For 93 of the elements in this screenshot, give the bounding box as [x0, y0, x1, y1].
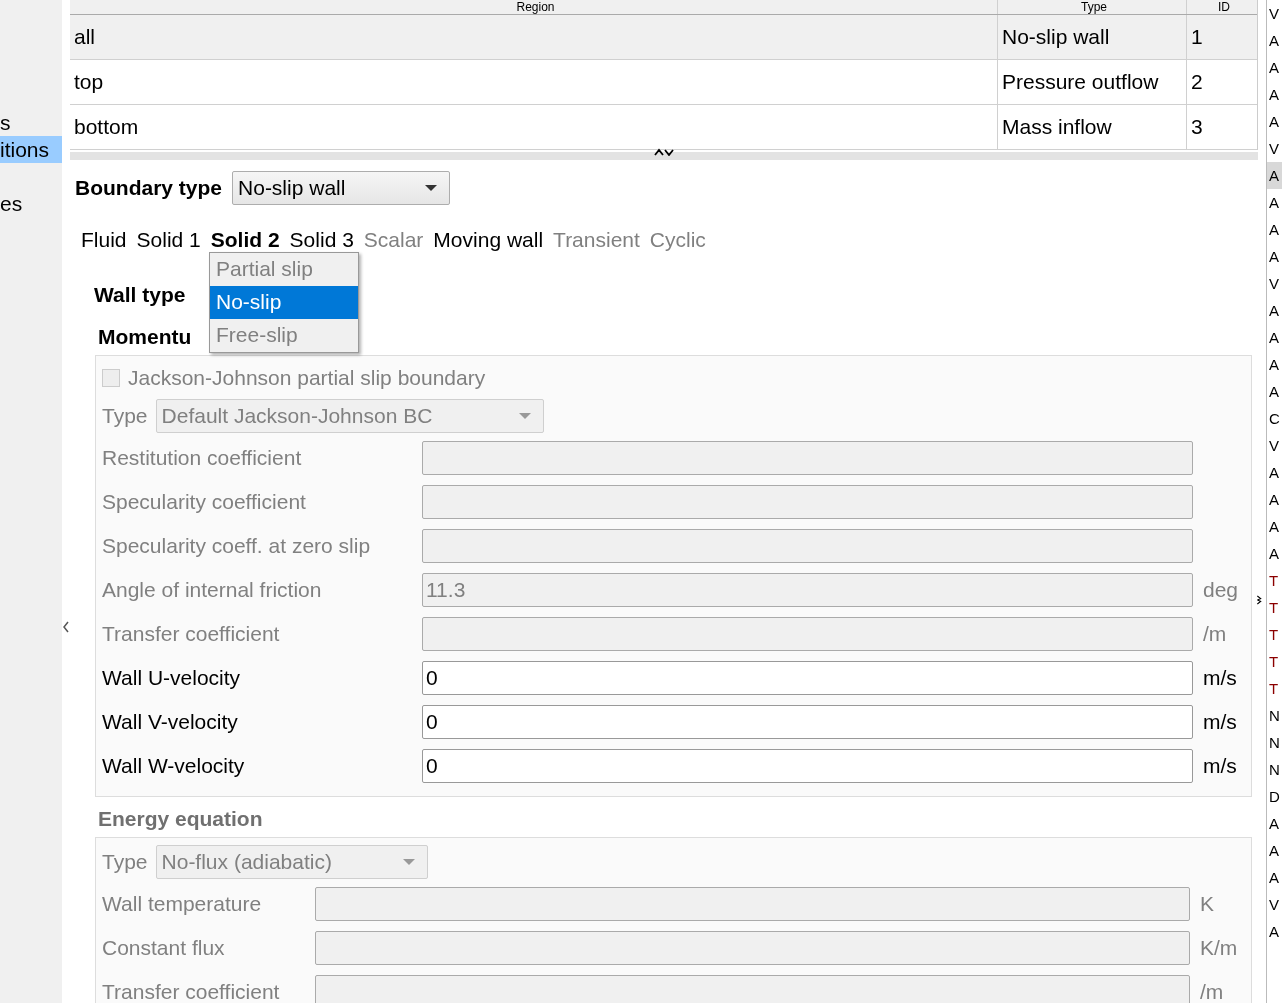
sidebar-item[interactable]: itions	[0, 136, 62, 163]
unit-label: /m	[1200, 980, 1224, 1003]
tab[interactable]: Moving wall	[433, 228, 544, 252]
table-cell-text: 3	[1190, 114, 1204, 140]
list-item[interactable]: A	[1267, 864, 1282, 891]
field-label: Specularity coefficient	[102, 490, 307, 514]
list-item[interactable]: A	[1267, 351, 1282, 378]
column-header[interactable]: Type	[998, 0, 1187, 14]
caret-icon	[518, 413, 531, 419]
list-item[interactable]: C	[1267, 405, 1282, 432]
unit-label: K/m	[1200, 936, 1238, 960]
table-row[interactable]: top Pressure outflow 2	[70, 60, 1257, 105]
field-label: Transfer coefficient	[102, 980, 281, 1003]
input-field[interactable]: 0	[422, 661, 1193, 695]
table-cell: bottom	[70, 105, 998, 149]
unit-label: m/s	[1203, 666, 1237, 690]
list-item[interactable]: A	[1267, 513, 1282, 540]
list-item[interactable]: A	[1267, 486, 1282, 513]
table-cell: No-slip wall	[998, 15, 1187, 59]
table-cell-text: 1	[1190, 24, 1204, 50]
list-item[interactable]: A	[1267, 54, 1282, 81]
list-item[interactable]: V	[1267, 270, 1282, 297]
list-item[interactable]: A	[1267, 837, 1282, 864]
list-item[interactable]: A	[1267, 162, 1282, 189]
list-item[interactable]: N	[1267, 702, 1282, 729]
unit-label: m/s	[1203, 710, 1237, 734]
boundary-type-label: Boundary type	[75, 176, 223, 200]
dropdown[interactable]: No-slip wall	[232, 171, 451, 205]
list-item[interactable]: A	[1267, 810, 1282, 837]
list-item[interactable]: A	[1267, 27, 1282, 54]
table-row[interactable]: bottom Mass inflow 3	[70, 105, 1257, 150]
field-label: Restitution coefficient	[102, 446, 303, 470]
input-field[interactable]: 0	[422, 749, 1193, 783]
table-row[interactable]: all No-slip wall 1	[70, 15, 1257, 60]
list-item[interactable]: D	[1267, 783, 1282, 810]
list-item[interactable]: N	[1267, 729, 1282, 756]
table-cell-text: 2	[1190, 69, 1204, 95]
caret-icon	[425, 185, 438, 191]
input-field[interactable]: 0	[422, 705, 1193, 739]
section-heading: Momentu	[98, 324, 192, 350]
sidebar-item[interactable]: s	[0, 109, 62, 136]
tab[interactable]: Solid 3	[289, 228, 354, 252]
unit-label: m/s	[1203, 754, 1237, 778]
field-label: Wall temperature	[102, 892, 263, 916]
list-item[interactable]: A	[1267, 81, 1282, 108]
splitter-handle-icon[interactable]	[653, 148, 675, 156]
list-item[interactable]: T	[1267, 594, 1282, 621]
field-label: Type	[102, 850, 148, 874]
list-item[interactable]: A	[1267, 918, 1282, 945]
caret-icon	[402, 859, 415, 865]
list-item[interactable]: V	[1267, 891, 1282, 918]
tab[interactable]: Solid 1	[136, 228, 201, 252]
table-cell: Pressure outflow	[998, 60, 1187, 104]
table-cell: Mass inflow	[998, 105, 1187, 149]
table-cell: top	[70, 60, 998, 104]
list-item[interactable]: N	[1267, 756, 1282, 783]
field-label: Wall W-velocity	[102, 754, 246, 778]
unit-label: K	[1200, 892, 1214, 916]
menu-item[interactable]: No-slip	[210, 286, 358, 319]
field-label: Constant flux	[102, 936, 226, 960]
list-item[interactable]: A	[1267, 189, 1282, 216]
wall-type-label: Wall type	[94, 283, 186, 307]
unit-label: deg	[1203, 578, 1239, 602]
unit-label: /m	[1203, 622, 1227, 646]
list-item[interactable]: T	[1267, 567, 1282, 594]
column-header[interactable]: ID	[1187, 0, 1257, 14]
field-label: Wall V-velocity	[102, 710, 239, 734]
table-cell: all	[70, 15, 998, 59]
field-label: Transfer coefficient	[102, 622, 281, 646]
field-label: Wall U-velocity	[102, 666, 242, 690]
sidebar-item[interactable]: es	[0, 190, 62, 217]
column-header[interactable]: Region	[70, 0, 998, 14]
list-item[interactable]: V	[1267, 0, 1282, 27]
checkbox-label: Jackson-Johnson partial slip boundary	[128, 366, 486, 390]
tab[interactable]: Fluid	[81, 228, 127, 252]
field-label: Angle of internal friction	[102, 578, 323, 602]
list-item[interactable]: A	[1267, 324, 1282, 351]
list-item[interactable]: A	[1267, 297, 1282, 324]
tab[interactable]: Solid 2	[210, 228, 280, 252]
section-heading: Energy equation	[98, 806, 263, 832]
list-item[interactable]: T	[1267, 621, 1282, 648]
list-item[interactable]: V	[1267, 432, 1282, 459]
list-item[interactable]: A	[1267, 459, 1282, 486]
list-item[interactable]: T	[1267, 648, 1282, 675]
list-item[interactable]: V	[1267, 135, 1282, 162]
list-item[interactable]: A	[1267, 216, 1282, 243]
list-item[interactable]: A	[1267, 243, 1282, 270]
list-item[interactable]: A	[1267, 540, 1282, 567]
field-label: Specularity coeff. at zero slip	[102, 534, 372, 558]
list-item[interactable]: T	[1267, 675, 1282, 702]
field-label: Type	[102, 404, 148, 428]
list-item[interactable]: A	[1267, 108, 1282, 135]
list-item[interactable]: A	[1267, 378, 1282, 405]
